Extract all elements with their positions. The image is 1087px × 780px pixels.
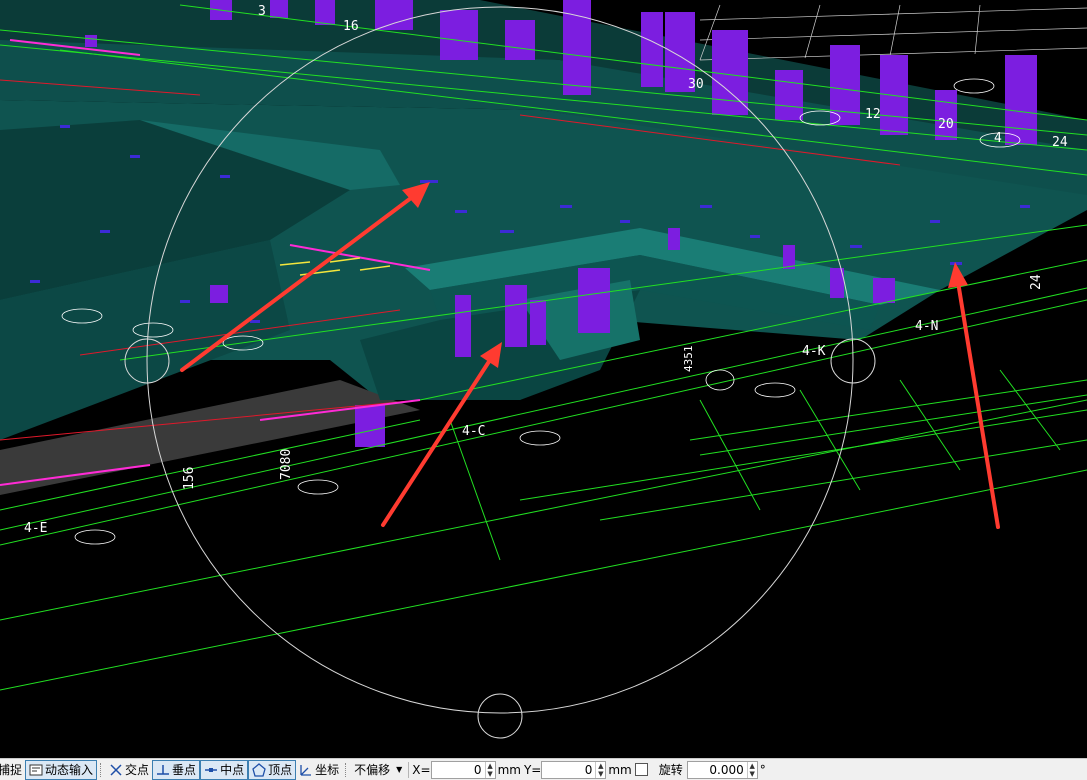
toolbar-grip [100, 762, 103, 777]
rotate-spinner-icon[interactable]: ▲ ▼ [746, 761, 757, 778]
rotate-checkbox[interactable] [634, 763, 648, 776]
label-16: 16 [343, 19, 359, 34]
label-3: 3 [258, 4, 266, 19]
dynamic-input-icon [29, 764, 43, 775]
vertex-label: 顶点 [268, 763, 293, 777]
label-20: 20 [938, 117, 954, 132]
offset-mode-value: 不偏移 [354, 763, 391, 777]
perpendicular-label: 垂点 [172, 763, 197, 777]
midpoint-label: 中点 [220, 763, 245, 777]
midpoint-icon [205, 767, 218, 772]
rotate-value: 0.000 [709, 762, 744, 777]
snap-coordinate-toggle[interactable]: 坐标 [296, 760, 342, 780]
axis-label-4k: 4-K [802, 344, 826, 359]
x-spinner-icon[interactable]: ▲ ▼ [484, 761, 495, 778]
separator [408, 761, 410, 778]
snap-label: 捕捉 [0, 763, 23, 777]
y-unit: mm [608, 762, 632, 777]
x-label: X= [412, 762, 431, 777]
toolbar-grip-2 [345, 762, 348, 777]
dynamic-input-toggle[interactable]: 动态输入 [25, 759, 98, 780]
label-4351: 4351 [682, 346, 695, 373]
snap-perpendicular-toggle[interactable]: 垂点 [152, 759, 201, 780]
chevron-down-icon: ▼ [396, 765, 403, 774]
label-12: 12 [865, 107, 881, 122]
3d-model-viewport[interactable]: 16 3 30 12 20 4 24 24 156 7080 4351 4-N … [0, 0, 1087, 758]
snap-toggle[interactable]: 捕捉 [0, 760, 25, 780]
label-24-vertical: 24 [1029, 274, 1044, 290]
model-canvas[interactable]: 16 3 30 12 20 4 24 24 156 7080 4351 4-N … [0, 0, 1087, 758]
perpendicular-icon [157, 764, 170, 775]
y-input[interactable]: 0 ▲ ▼ [541, 760, 607, 779]
rotate-label: 旋转 [658, 763, 683, 777]
x-unit: mm [497, 762, 521, 777]
rotate-input[interactable]: 0.000 ▲ ▼ [686, 760, 758, 779]
label-24: 24 [1052, 135, 1068, 150]
dynamic-input-label: 动态输入 [45, 763, 94, 777]
label-4: 4 [994, 131, 1002, 146]
intersection-icon [110, 763, 122, 776]
label-156: 156 [182, 467, 197, 490]
y-spinner-icon[interactable]: ▲ ▼ [595, 761, 605, 778]
snap-vertex-toggle[interactable]: 顶点 [248, 759, 297, 780]
upper-right-text-grid [699, 4, 1087, 61]
x-input[interactable]: 0 ▲ ▼ [430, 760, 496, 779]
status-bar: 捕捉 动态输入 交点 垂点 中点 顶点 坐标 不偏移 ▼ X= 0 ▲ ▼ mm … [0, 758, 1087, 780]
coordinate-icon [300, 764, 312, 776]
coordinate-label: 坐标 [315, 763, 340, 777]
axis-label-4e: 4-E [24, 521, 47, 536]
axis-label-4n: 4-N [915, 319, 938, 334]
axis-label-4c: 4-C [462, 424, 485, 439]
snap-intersection-toggle[interactable]: 交点 [106, 760, 152, 780]
y-label: Y= [523, 762, 542, 777]
y-value: 0 [584, 762, 593, 777]
label-7080: 7080 [279, 449, 294, 480]
x-value: 0 [473, 762, 482, 777]
offset-mode-select[interactable]: 不偏移 ▼ [351, 760, 405, 780]
label-30: 30 [688, 77, 704, 92]
vertex-icon [252, 762, 266, 777]
degree-symbol: ° [759, 762, 766, 777]
snap-midpoint-toggle[interactable]: 中点 [200, 759, 249, 780]
intersection-label: 交点 [125, 763, 150, 777]
